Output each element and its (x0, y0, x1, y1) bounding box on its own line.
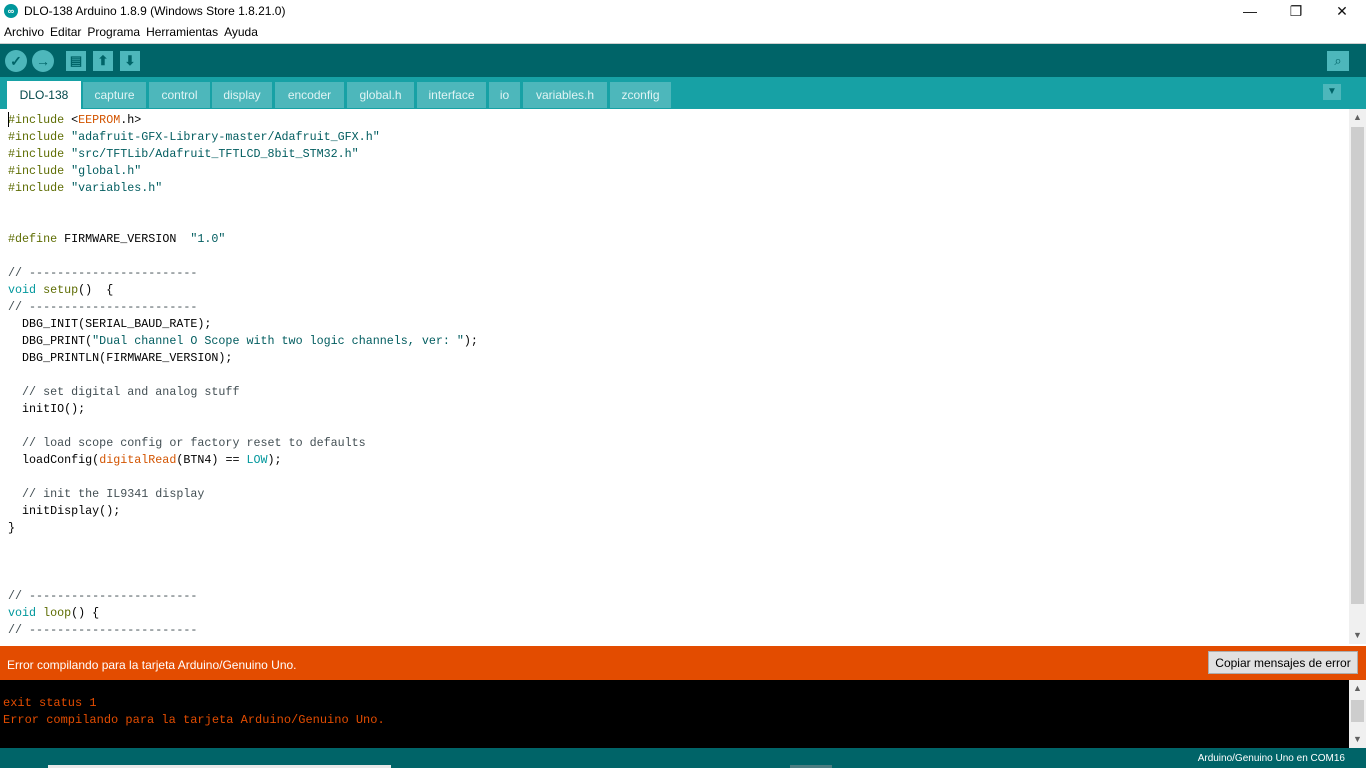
menu-editar[interactable]: Editar (48, 24, 83, 41)
scroll-down-icon[interactable]: ▼ (1349, 627, 1366, 644)
console-output: exit status 1 Error compilando para la t… (0, 680, 1349, 748)
menu-herramientas[interactable]: Herramientas (144, 24, 220, 41)
tab-io[interactable]: io (489, 82, 520, 108)
tab-variables-h[interactable]: variables.h (523, 82, 607, 108)
tab-capture[interactable]: capture (83, 82, 146, 108)
menu-archivo[interactable]: Archivo (2, 24, 46, 41)
tab-control[interactable]: control (149, 82, 210, 108)
console-line: Error compilando para la tarjeta Arduino… (3, 713, 385, 727)
restore-button[interactable]: ❐ (1273, 0, 1319, 24)
open-sketch-button[interactable]: ⬆ (93, 51, 113, 71)
copy-error-messages-button[interactable]: Copiar mensajes de error (1208, 651, 1358, 674)
tab-bar: DLO-138 capture control display encoder … (0, 77, 1366, 109)
code-content: #include <EEPROM.h> #include "adafruit-G… (8, 113, 478, 637)
close-button[interactable]: ✕ (1319, 0, 1365, 24)
editor-scrollbar[interactable]: ▲ ▼ (1349, 109, 1366, 644)
verify-button[interactable]: ✓ (5, 50, 27, 72)
tab-menu-icon[interactable]: ▼ (1323, 84, 1341, 100)
error-status-bar: Error compilando para la tarjeta Arduino… (0, 646, 1366, 680)
window-title: DLO-138 Arduino 1.8.9 (Windows Store 1.8… (24, 4, 286, 18)
tab-zconfig[interactable]: zconfig (610, 82, 671, 108)
console-line: exit status 1 (3, 696, 97, 710)
scroll-thumb[interactable] (1351, 127, 1364, 604)
text-cursor (8, 112, 9, 127)
menu-bar: Archivo Editar Programa Herramientas Ayuda (0, 24, 1366, 43)
arduino-logo-icon: ∞ (4, 4, 18, 18)
toolbar: ✓ → ▤ ⬆ ⬇ ⌕ (0, 43, 1366, 78)
upload-button[interactable]: → (32, 50, 54, 72)
console-scrollbar[interactable]: ▲ ▼ (1349, 680, 1366, 748)
new-sketch-button[interactable]: ▤ (66, 51, 86, 71)
tab-global-h[interactable]: global.h (347, 82, 414, 108)
menu-ayuda[interactable]: Ayuda (222, 24, 260, 41)
save-sketch-button[interactable]: ⬇ (120, 51, 140, 71)
tab-display[interactable]: display (212, 82, 272, 108)
scroll-thumb[interactable] (1351, 700, 1364, 722)
tab-encoder[interactable]: encoder (275, 82, 344, 108)
code-editor[interactable]: #include <EEPROM.h> #include "adafruit-G… (0, 109, 1349, 644)
scroll-up-icon[interactable]: ▲ (1349, 109, 1366, 126)
tab-dlo-138[interactable]: DLO-138 (7, 81, 81, 109)
serial-monitor-icon[interactable]: ⌕ (1327, 51, 1349, 71)
error-message: Error compilando para la tarjeta Arduino… (7, 658, 297, 672)
title-bar: ∞ DLO-138 Arduino 1.8.9 (Windows Store 1… (0, 0, 1366, 24)
tab-interface[interactable]: interface (417, 82, 486, 108)
scroll-down-icon[interactable]: ▼ (1349, 731, 1366, 748)
board-port-label: Arduino/Genuino Uno en COM16 (1197, 753, 1345, 764)
minimize-button[interactable]: — (1227, 0, 1273, 24)
scroll-up-icon[interactable]: ▲ (1349, 680, 1366, 697)
menu-programa[interactable]: Programa (85, 24, 142, 41)
